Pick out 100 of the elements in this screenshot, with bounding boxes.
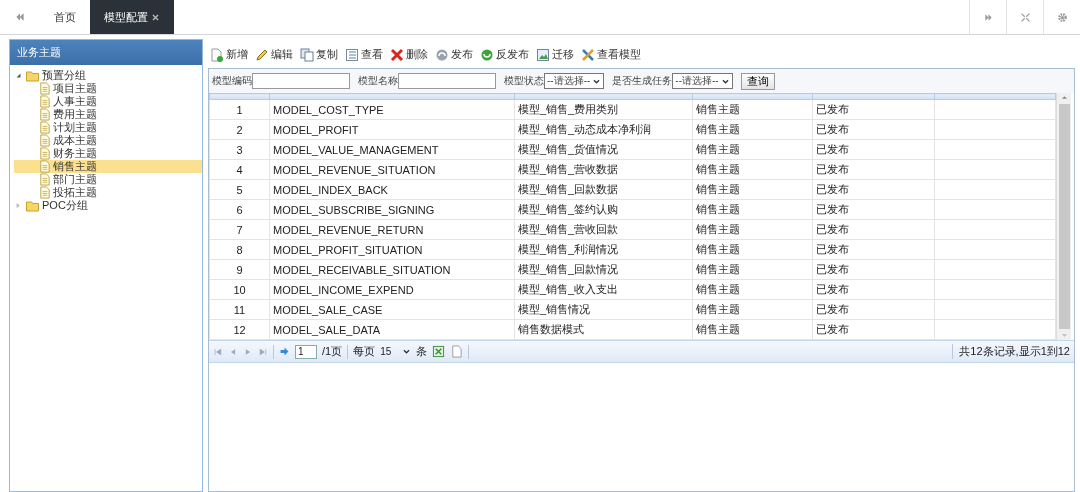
table-cell: 模型_销售_签约认购 — [514, 199, 693, 220]
table-cell: 销售主题 — [692, 139, 813, 160]
table-cell: MODEL_INCOME_EXPEND — [269, 279, 515, 300]
pencil-icon — [255, 47, 269, 62]
new-document-icon — [210, 47, 224, 62]
document-icon — [38, 82, 51, 95]
last-page-icon — [258, 346, 268, 357]
tree-item[interactable]: 财务主题 — [53, 147, 97, 160]
table-cell: MODEL_REVENUE_SITUATION — [269, 159, 515, 180]
panel-title: 业务主题 — [10, 40, 202, 65]
document-icon — [38, 160, 51, 173]
document-icon — [38, 173, 51, 186]
input-field[interactable] — [252, 73, 350, 89]
record-summary: 共12条记录,显示1到12 — [952, 344, 1070, 359]
list-icon — [345, 47, 359, 62]
table-cell: 销售主题 — [692, 299, 813, 320]
expand-triangle-icon — [14, 201, 23, 210]
table-cell: 已发布 — [812, 219, 935, 240]
table-cell: 6 — [209, 199, 270, 220]
tools-icon — [581, 47, 595, 62]
folder-icon — [25, 68, 40, 83]
table-cell: MODEL_SALE_CASE — [269, 299, 515, 320]
scrollbar[interactable] — [1056, 93, 1071, 340]
dropdown[interactable]: --请选择-- — [672, 73, 733, 89]
table-cell: MODEL_PROFIT — [269, 119, 515, 140]
page-size-dropdown[interactable]: 15 — [380, 346, 411, 357]
tree-item[interactable]: 人事主题 — [53, 95, 97, 108]
table-cell: 销售主题 — [692, 259, 813, 280]
table-cell: MODEL_COST_TYPE — [269, 99, 515, 120]
tree-item[interactable]: 费用主题 — [53, 108, 97, 121]
folder-icon — [25, 198, 40, 213]
table-cell: 销售主题 — [692, 99, 813, 120]
table-cell: 已发布 — [812, 239, 935, 260]
toolbar-button[interactable]: 复制 — [300, 47, 338, 62]
table-cell: 销售主题 — [692, 219, 813, 240]
table-cell: 销售主题 — [692, 239, 813, 260]
search-button[interactable]: 查询 — [740, 72, 775, 90]
field-label: 模型名称 — [358, 74, 398, 88]
tree-item[interactable]: 成本主题 — [53, 134, 97, 147]
toolbar-button[interactable]: 迁移 — [536, 47, 574, 62]
chevron-down-icon — [401, 347, 411, 356]
table-cell: 已发布 — [812, 259, 935, 280]
tree-item[interactable]: 计划主题 — [53, 121, 97, 134]
table-cell: 模型_销售_货值情况 — [514, 139, 693, 160]
table-cell: 12 — [209, 319, 270, 340]
delete-icon — [390, 47, 404, 62]
copy-icon — [300, 47, 314, 62]
page-total: /1页 — [322, 344, 343, 359]
table-cell: 已发布 — [812, 119, 935, 140]
table-cell: 销售主题 — [692, 279, 813, 300]
toolbar-button[interactable]: 查看 — [345, 47, 383, 62]
table-cell: 10 — [209, 279, 270, 300]
tab[interactable]: 首页 — [40, 0, 90, 34]
table-cell: 4 — [209, 159, 270, 180]
document-icon — [38, 147, 51, 160]
table-cell: MODEL_PROFIT_SITUATION — [269, 239, 515, 260]
table-cell: 已发布 — [812, 159, 935, 180]
table-cell: 模型_销售_利润情况 — [514, 239, 693, 260]
table-cell: 模型_销售情况 — [514, 299, 693, 320]
tree-item[interactable]: POC分组 — [42, 199, 88, 212]
table-cell: 2 — [209, 119, 270, 140]
expand-icon — [1019, 11, 1031, 23]
table-cell: 5 — [209, 179, 270, 200]
tree-item[interactable]: 预置分组 — [42, 69, 86, 82]
double-arrow-right-icon — [982, 11, 994, 23]
field-label: 模型状态 — [504, 74, 544, 88]
tab[interactable]: 模型配置 — [90, 0, 174, 34]
toolbar-button[interactable]: 编辑 — [255, 47, 293, 62]
tree-item[interactable]: 项目主题 — [53, 82, 97, 95]
document-icon — [38, 134, 51, 147]
table-cell: 销售主题 — [692, 199, 813, 220]
table-cell: 销售数据模式 — [514, 319, 693, 340]
toolbar-button[interactable]: 反发布 — [480, 47, 529, 62]
toolbar-button[interactable]: 新增 — [210, 47, 248, 62]
table-cell: 已发布 — [812, 319, 935, 340]
table-cell: MODEL_RECEIVABLE_SITUATION — [269, 259, 515, 280]
table-cell: 模型_销售_动态成本净利润 — [514, 119, 693, 140]
table-cell: 销售主题 — [692, 119, 813, 140]
toolbar-button[interactable]: 查看模型 — [581, 47, 641, 62]
document-icon — [449, 345, 463, 358]
page-field[interactable]: 1 — [295, 344, 317, 359]
tree-item[interactable]: 投拓主题 — [53, 186, 97, 199]
close-icon — [151, 12, 160, 22]
first-page-icon — [213, 346, 223, 357]
page-size-label: 每页 — [353, 344, 376, 359]
double-arrow-left-icon — [14, 11, 26, 23]
table-cell: 模型_销售_回款数据 — [514, 179, 693, 200]
toolbar-button[interactable]: 删除 — [390, 47, 428, 62]
table-cell: 已发布 — [812, 179, 935, 200]
table-cell: 7 — [209, 219, 270, 240]
go-arrow-icon — [279, 346, 290, 357]
toolbar-button[interactable]: 发布 — [435, 47, 473, 62]
document-icon — [38, 121, 51, 134]
table-cell: 已发布 — [812, 199, 935, 220]
table-cell: 9 — [209, 259, 270, 280]
input-field[interactable] — [398, 73, 496, 89]
collapse-triangle-icon — [14, 71, 23, 80]
tree-item[interactable]: 部门主题 — [53, 173, 97, 186]
dropdown[interactable]: --请选择-- — [544, 73, 605, 89]
table-cell: MODEL_INDEX_BACK — [269, 179, 515, 200]
